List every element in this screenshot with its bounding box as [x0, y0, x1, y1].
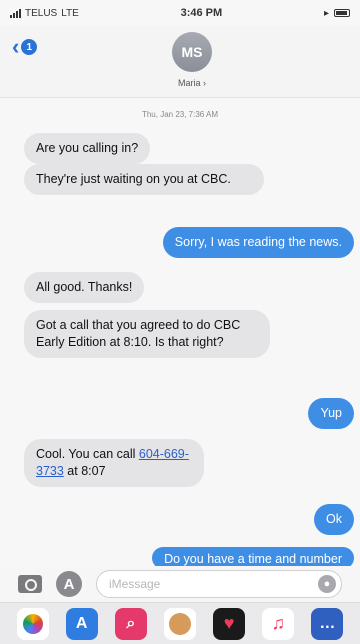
app-store-icon[interactable]: A — [56, 571, 82, 597]
message-bubble-incoming[interactable]: Are you calling in? — [24, 133, 151, 164]
app-drawer: A ⌕ ♥ ♫ … — [0, 602, 360, 644]
message-text: Cool. You can call — [36, 447, 136, 461]
carrier-label: TELUS — [25, 7, 58, 19]
audio-message-icon[interactable]: ● — [318, 575, 336, 593]
message-bubble-outgoing[interactable]: Yup — [308, 398, 354, 429]
chevron-right-icon: › — [203, 78, 207, 88]
music-icon[interactable]: ♫ — [262, 607, 295, 640]
message-thread[interactable]: Thu, Jan 23, 7:36 AM Are you calling in?… — [0, 98, 360, 569]
status-left: TELUS LTE — [10, 8, 79, 19]
network-label: LTE — [61, 7, 79, 19]
message-bubble-incoming[interactable]: Cool. You can call 604-669-3733 at 8:07 — [24, 439, 204, 487]
photos-icon[interactable] — [16, 607, 49, 640]
search-images-icon[interactable]: ⌕ — [114, 607, 147, 640]
contact-avatar[interactable]: MS — [172, 32, 212, 72]
unread-badge: 1 — [21, 39, 38, 55]
message-text: at 8:07 — [67, 464, 106, 478]
compose-bar: A ● — [0, 566, 360, 602]
location-icon: ▸ — [323, 7, 329, 19]
back-button[interactable]: ‹ 1 — [12, 34, 38, 60]
more-apps-icon[interactable]: … — [311, 607, 344, 640]
signal-icon — [10, 8, 21, 18]
message-bubble-incoming[interactable]: All good. Thanks! — [24, 272, 145, 303]
battery-icon — [333, 9, 350, 17]
status-right: ▸ — [324, 8, 350, 19]
digital-touch-icon[interactable]: ♥ — [213, 607, 246, 640]
thread-timestamp: Thu, Jan 23, 7:36 AM — [141, 110, 219, 119]
status-bar: TELUS LTE 3:46 PM ▸ — [0, 0, 360, 26]
message-bubble-incoming[interactable]: They're just waiting on you at CBC. — [24, 164, 264, 195]
app-store-icon[interactable]: A — [65, 607, 98, 640]
memoji-icon[interactable] — [163, 607, 196, 640]
contact-name: Maria — [177, 78, 201, 88]
contact-name-button[interactable]: Maria › — [150, 78, 234, 88]
camera-icon[interactable] — [18, 575, 42, 593]
message-bubble-outgoing[interactable]: Ok — [314, 504, 354, 535]
message-bubble-outgoing[interactable]: Sorry, I was reading the news. — [162, 227, 354, 258]
status-time: 3:46 PM — [180, 7, 223, 19]
chevron-left-icon: ‹ — [12, 34, 20, 59]
conversation-header: ‹ 1 MS Maria › — [0, 26, 360, 98]
message-bubble-incoming[interactable]: Got a call that you agreed to do CBC Ear… — [24, 310, 270, 358]
message-input[interactable] — [96, 570, 342, 598]
